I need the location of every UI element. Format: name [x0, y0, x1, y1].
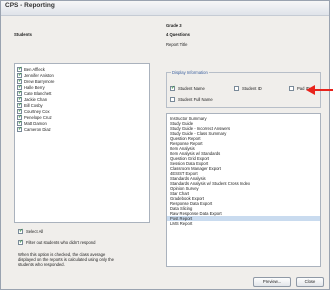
select-all-label: Select All	[26, 229, 44, 234]
student-id-label: Student ID	[242, 86, 262, 91]
filter-option[interactable]: Filter out students who didn't respond	[18, 239, 148, 246]
students-heading: Students	[14, 32, 32, 37]
preview-button[interactable]: Preview...	[253, 277, 291, 287]
report-title-label: Report Title	[166, 42, 188, 47]
display-information-group: Display Information Student Name Student…	[166, 70, 321, 108]
report-type-list[interactable]: Instructor Summary Study Guide Study Gui…	[166, 113, 321, 267]
reporting-window: CPS - Reporting Students Grade 3 4 Quest…	[0, 0, 330, 290]
student-name: Matt Damon	[24, 121, 47, 126]
student-full-name-checkbox[interactable]	[170, 97, 175, 102]
student-name: Ben Affleck	[24, 67, 45, 72]
student-name-label: Student Name	[178, 86, 205, 91]
student-full-name-label: Student Full Name	[178, 97, 213, 102]
pad-id-checkbox[interactable]	[289, 86, 294, 91]
student-name-checkbox[interactable]	[170, 85, 175, 91]
select-all-option[interactable]: Select All	[18, 228, 148, 235]
title-bar: CPS - Reporting	[1, 1, 329, 16]
report-item-label: LMS Report	[170, 221, 193, 226]
student-checkbox[interactable]	[17, 126, 22, 132]
student-item[interactable]: Cameron Diaz	[17, 126, 145, 133]
window-title: CPS - Reporting	[5, 2, 55, 9]
report-item[interactable]: LMS Report	[170, 221, 318, 226]
student-id-checkbox[interactable]	[234, 86, 239, 91]
student-name: Courtney Cox	[24, 109, 50, 114]
student-id-option[interactable]: Student ID	[234, 86, 278, 92]
filter-label: Filter out students who didn't respond	[26, 240, 96, 245]
student-name: Bill Cosby	[24, 103, 43, 108]
student-name-option[interactable]: Student Name	[170, 85, 222, 92]
student-name: Jackie Chan	[24, 97, 48, 102]
student-name: Cate Blanchett	[24, 91, 52, 96]
close-button[interactable]: Close	[296, 277, 324, 287]
display-information-legend: Display Information	[171, 70, 209, 75]
red-arrow-icon	[306, 85, 333, 95]
student-name: Jennifer Aniston	[24, 73, 54, 78]
filter-note-line: students who responded.	[18, 262, 65, 267]
select-all-checkbox[interactable]	[18, 228, 23, 234]
preview-button-label: Preview...	[262, 279, 282, 284]
student-name: Penelope Cruz	[24, 115, 52, 120]
student-name: Halle Berry	[24, 85, 45, 90]
student-name: Drew Barrymore	[24, 79, 55, 84]
student-full-name-option[interactable]: Student Full Name	[170, 97, 240, 103]
grade-label: Grade 3	[166, 23, 182, 28]
student-name: Cameron Diaz	[24, 127, 51, 132]
filter-checkbox[interactable]	[18, 239, 23, 245]
questions-label: 4 Questions	[166, 32, 190, 37]
student-list[interactable]: Ben Affleck Jennifer Aniston Drew Barrym…	[14, 63, 150, 223]
close-button-label: Close	[304, 279, 316, 284]
